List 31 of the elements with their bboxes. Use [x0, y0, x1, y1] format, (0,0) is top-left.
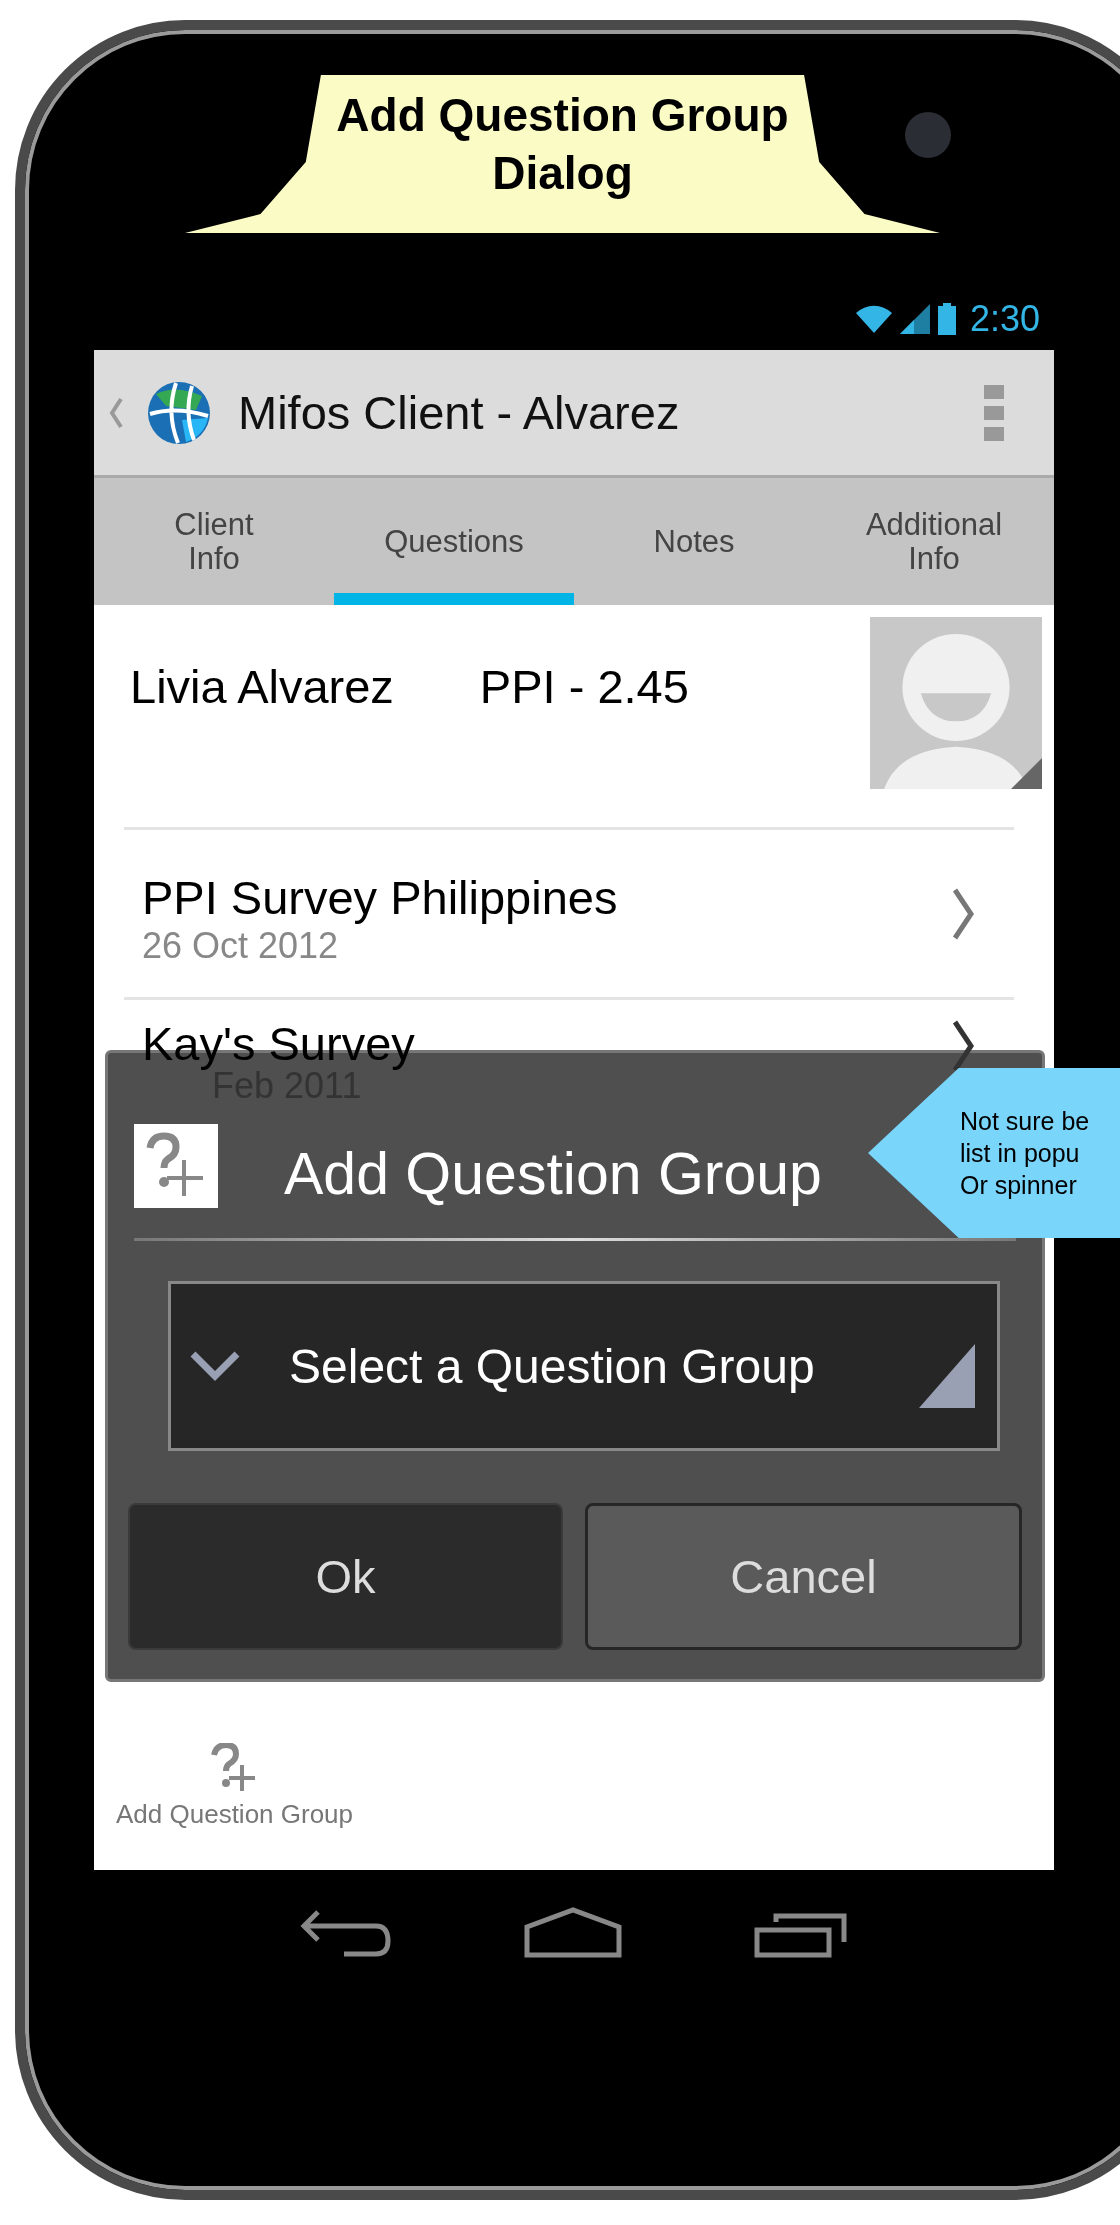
status-time: 2:30	[969, 297, 1040, 340]
tab[interactable]: Additional Info	[814, 478, 1054, 605]
client-score: PPI - 2.45	[479, 659, 690, 714]
tab[interactable]: Notes	[574, 478, 814, 605]
question-plus-icon	[134, 1123, 218, 1208]
wifi-icon	[855, 303, 892, 334]
dialog-title: Add Question Group	[284, 1139, 822, 1208]
home-icon[interactable]	[524, 1906, 622, 1959]
client-name: Livia Alvarez	[130, 659, 394, 714]
survey-date: 26 Oct 2012	[142, 925, 339, 967]
dialog-button[interactable]: Cancel	[585, 1503, 1022, 1650]
back-icon[interactable]	[300, 1907, 392, 1958]
note-text: list in popu	[960, 1138, 1081, 1169]
chevron-right-icon	[952, 1020, 974, 1072]
note-text: Or spinner	[960, 1170, 1078, 1201]
survey-title: PPI Survey Philippines	[142, 870, 618, 925]
question-group-spinner[interactable]: Select a Question Group	[168, 1281, 1000, 1451]
globe-logo-icon	[146, 379, 212, 446]
chevron-right-icon	[952, 888, 974, 940]
battery-icon	[937, 302, 956, 335]
signal-icon	[899, 303, 930, 334]
app-title: Mifos Client - Alvarez	[238, 385, 681, 440]
survey-row[interactable]: PPI Survey Philippines 26 Oct 2012	[124, 830, 1014, 1000]
note-text: Not sure be	[960, 1106, 1090, 1137]
spinner-corner-icon	[919, 1344, 975, 1408]
dialog-button[interactable]: Ok	[128, 1503, 563, 1650]
tab[interactable]: Client Info	[94, 478, 334, 605]
add-question-group-action[interactable]: Add Question Group	[116, 1743, 354, 1830]
camera-icon	[905, 112, 951, 158]
chevron-down-icon	[189, 1350, 241, 1382]
annotation-text: Add Question Group Dialog	[335, 88, 790, 201]
